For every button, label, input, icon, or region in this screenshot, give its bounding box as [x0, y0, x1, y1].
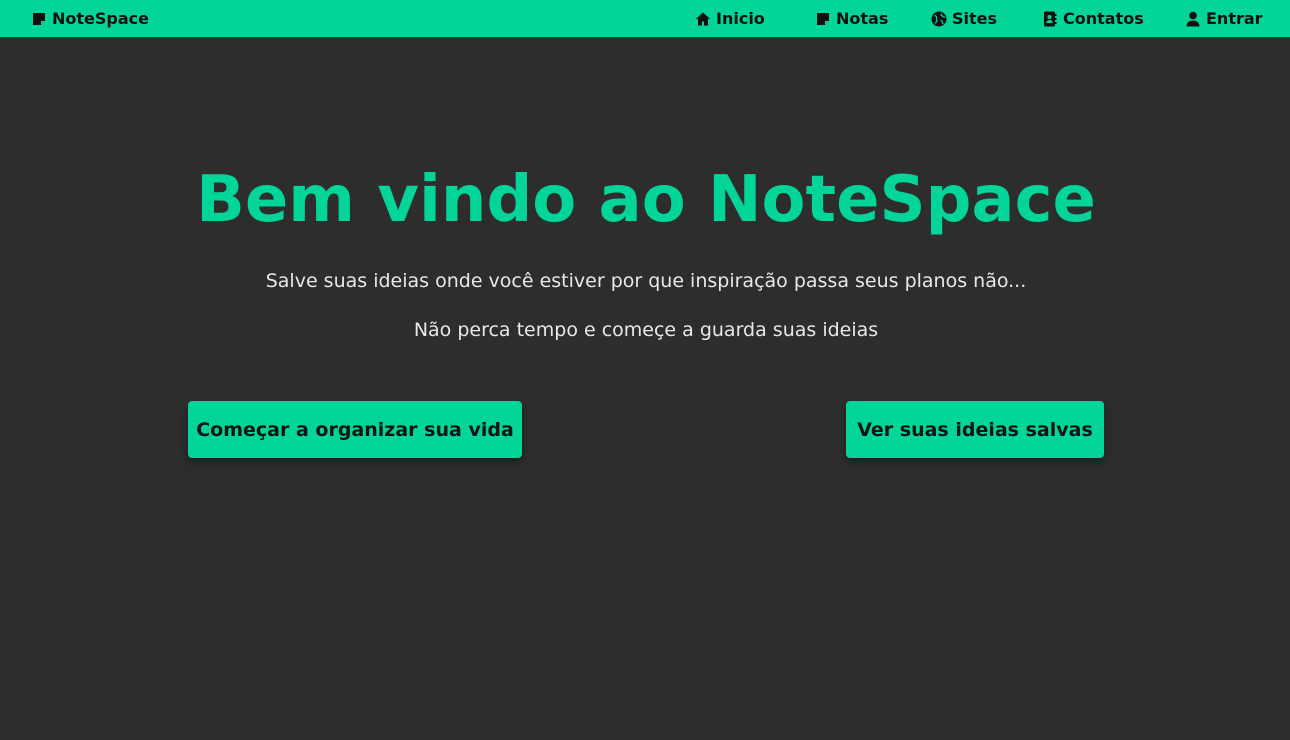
brand-label: NoteSpace: [52, 9, 149, 28]
home-icon: [695, 11, 711, 27]
note-icon: [31, 11, 47, 27]
nav-item-label: Notas: [836, 9, 889, 28]
nav-item-entrar[interactable]: Entrar: [1185, 0, 1263, 37]
page-title: Bem vindo ao NoteSpace: [196, 163, 1096, 237]
start-organizing-button[interactable]: Começar a organizar sua vida: [188, 401, 522, 458]
user-icon: [1185, 11, 1201, 27]
nav-item-notas[interactable]: Notas: [815, 0, 888, 37]
nav-item-label: Contatos: [1063, 9, 1144, 28]
nav-item-label: Inicio: [716, 9, 765, 28]
view-saved-ideas-button[interactable]: Ver suas ideias salvas: [846, 401, 1104, 458]
hero-tagline: Não perca tempo e começe a guarda suas i…: [413, 319, 879, 341]
hero-subtitle: Salve suas ideias onde você estiver por …: [265, 270, 1027, 292]
contact-book-icon: [1042, 11, 1058, 27]
nav-item-label: Entrar: [1206, 9, 1263, 28]
globe-icon: [931, 11, 947, 27]
nav-item-contatos[interactable]: Contatos: [1042, 0, 1144, 37]
navbar: NoteSpace Inicio Notas Sites Contatos En…: [0, 0, 1290, 37]
nav-item-label: Sites: [952, 9, 998, 28]
note-icon: [815, 11, 831, 27]
brand-link[interactable]: NoteSpace: [31, 0, 149, 37]
nav-item-sites[interactable]: Sites: [931, 0, 997, 37]
nav-item-inicio[interactable]: Inicio: [695, 0, 765, 37]
